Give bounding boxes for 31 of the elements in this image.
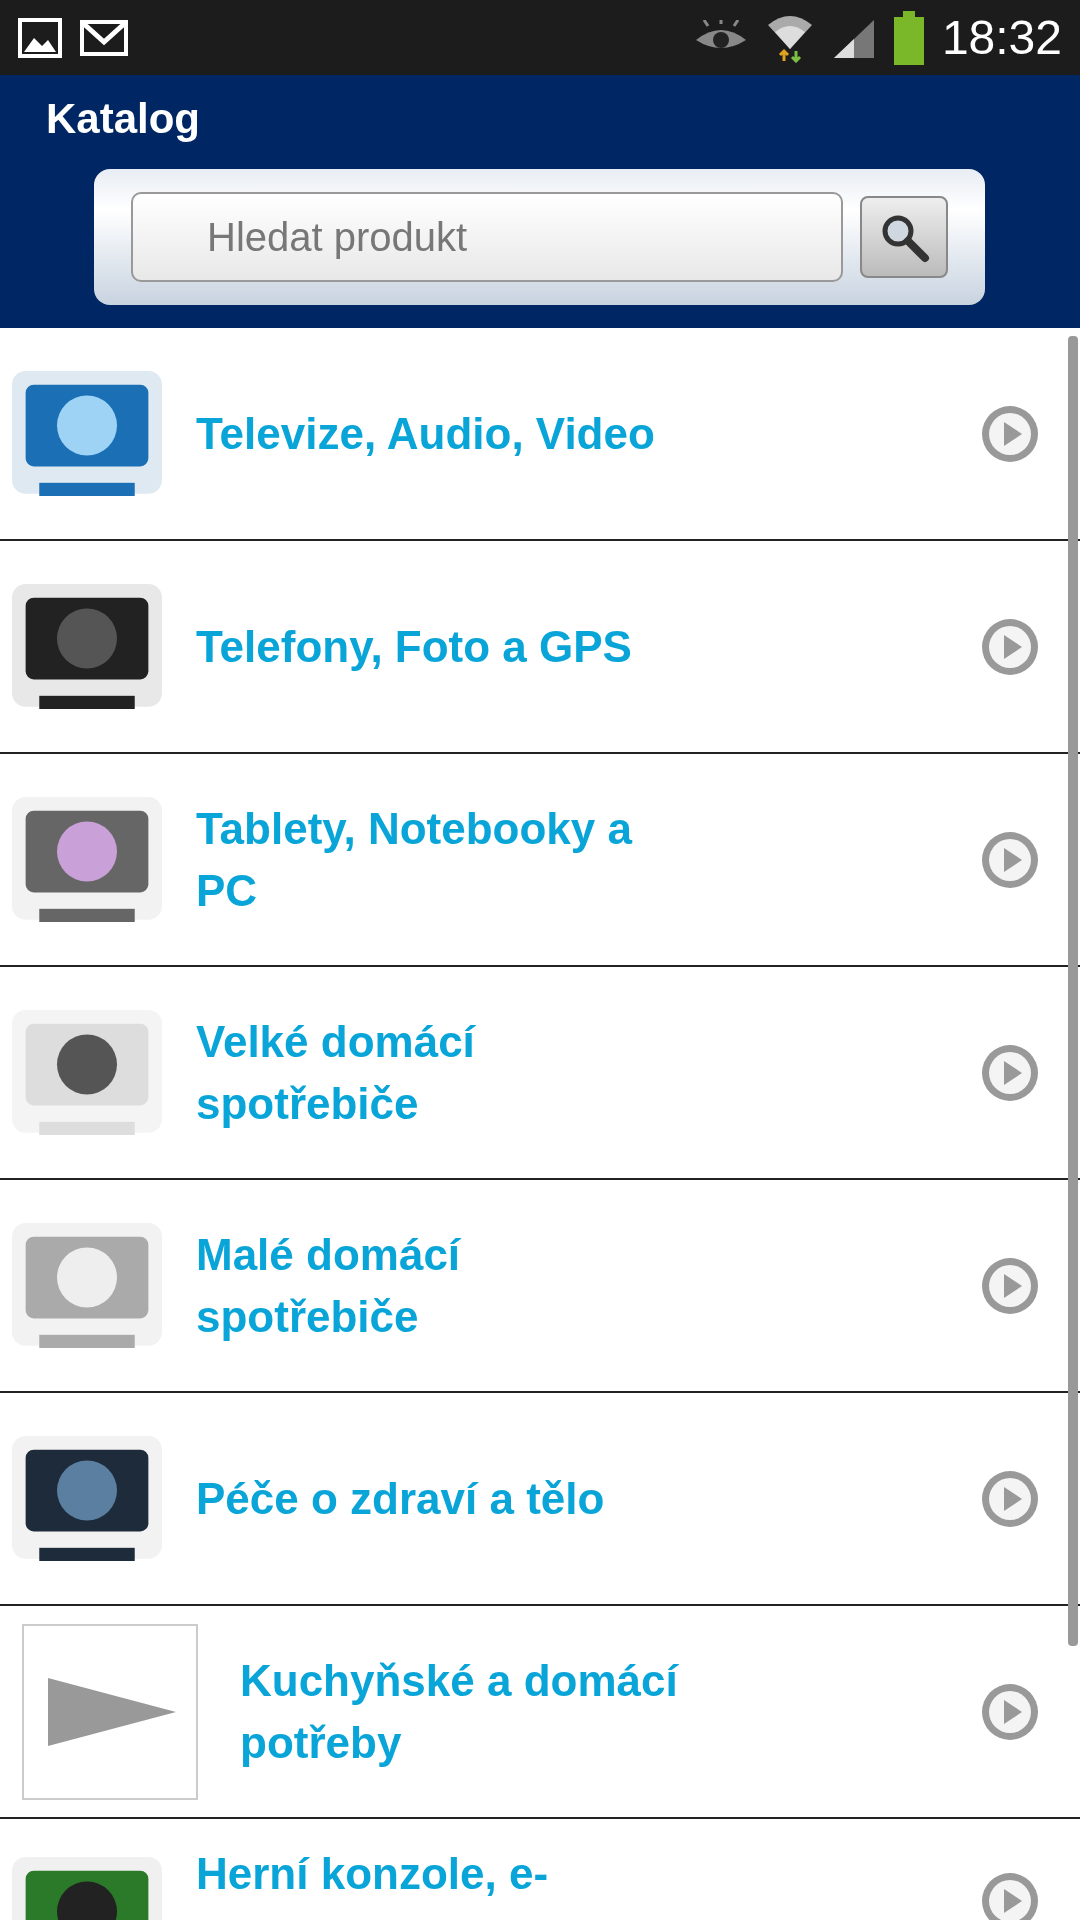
category-label: Herní konzole, e- bbox=[196, 1848, 550, 1900]
category-label: Tablety, Notebooky a PC bbox=[196, 802, 634, 917]
category-item[interactable]: Péče o zdraví a tělo bbox=[0, 1393, 1080, 1606]
arrow-right-circle-icon bbox=[980, 403, 1040, 464]
category-label: Malé domácí spotřebiče bbox=[196, 1228, 462, 1343]
play-icon bbox=[48, 1677, 176, 1746]
category-item[interactable]: Velké domácí spotřebiče bbox=[0, 967, 1080, 1180]
arrow-right-circle-icon bbox=[980, 1042, 1040, 1103]
battery-icon bbox=[893, 10, 924, 65]
category-item[interactable]: Telefony, Foto a GPS bbox=[0, 541, 1080, 754]
arrow-right-circle-icon bbox=[980, 1468, 1040, 1529]
search-field[interactable]: Hledat produkt bbox=[131, 192, 843, 282]
category-label: Velké domácí spotřebiče bbox=[196, 1015, 477, 1130]
clock-time: 18:32 bbox=[941, 10, 1062, 65]
picture-notification-icon bbox=[18, 17, 62, 58]
category-item[interactable]: Kuchyňské a domácí potřeby bbox=[0, 1606, 1080, 1819]
arrow-right-circle-icon bbox=[980, 616, 1040, 677]
category-item[interactable]: Tablety, Notebooky a PC bbox=[0, 754, 1080, 967]
category-item[interactable]: Televize, Audio, Video bbox=[0, 328, 1080, 541]
search-button[interactable] bbox=[860, 196, 948, 278]
arrow-right-circle-icon bbox=[980, 1681, 1040, 1742]
category-item[interactable]: Herní konzole, e- bbox=[0, 1819, 1080, 1920]
arrow-right-circle-icon bbox=[980, 1255, 1040, 1316]
category-label: Telefony, Foto a GPS bbox=[196, 620, 633, 673]
category-label: Televize, Audio, Video bbox=[196, 407, 656, 460]
category-label: Kuchyňské a domácí potřeby bbox=[240, 1654, 680, 1769]
category-item[interactable]: Malé domácí spotřebiče bbox=[0, 1180, 1080, 1393]
page-title: Katalog bbox=[46, 95, 201, 143]
category-label: Péče o zdraví a tělo bbox=[196, 1472, 606, 1525]
arrow-right-circle-icon bbox=[980, 829, 1040, 890]
mail-icon bbox=[80, 19, 128, 56]
